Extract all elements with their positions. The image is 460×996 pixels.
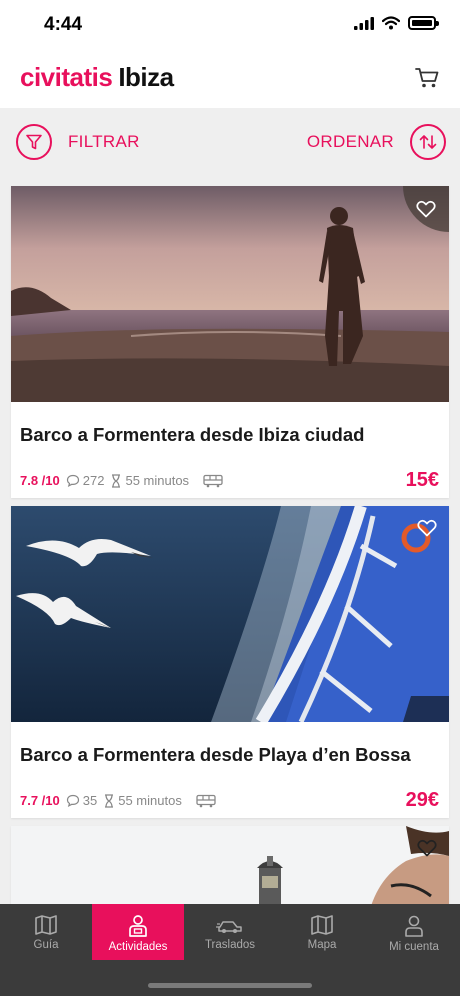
price: 29€ (405, 789, 439, 811)
review-count: 35 (82, 793, 98, 808)
activity-card[interactable]: Barco a Formentera desde Playa d’en Boss… (11, 506, 449, 818)
filter-bar: FILTRAR ORDENAR (0, 108, 460, 176)
favorite-button[interactable] (405, 826, 449, 870)
activity-meta: 7.7 /10 35 55 minutos (20, 793, 216, 808)
comment-icon (66, 474, 80, 487)
activity-title[interactable]: Barco a Formentera desde Playa d’en Boss… (20, 744, 440, 766)
tab-mapa[interactable]: Mapa (276, 904, 368, 960)
brand-city: Ibiza (118, 62, 174, 92)
sort-arrows-icon (410, 124, 446, 160)
heart-icon (417, 839, 437, 857)
transfer-car-icon (216, 921, 242, 933)
tab-label: Mi cuenta (389, 941, 439, 953)
status-bar: 4:44 (0, 0, 460, 50)
activity-image[interactable] (11, 826, 449, 906)
app-header: civitatis Ibiza (0, 50, 460, 108)
activity-card[interactable]: Barco a Formentera desde Ibiza ciudad 7.… (11, 186, 449, 498)
hourglass-icon (103, 793, 115, 808)
activity-image[interactable] (11, 506, 449, 722)
tab-traslados[interactable]: Traslados (184, 904, 276, 960)
status-icons (354, 16, 439, 30)
map-book-icon (35, 915, 57, 935)
heart-icon (417, 519, 437, 537)
rating: 7.8 /10 (20, 473, 60, 488)
filter-label: FILTRAR (68, 132, 140, 151)
person-activity-icon (129, 915, 147, 937)
lighthouse-photo (11, 826, 449, 906)
card-body: Barco a Formentera desde Ibiza ciudad 7.… (11, 402, 449, 498)
price: 15€ (405, 469, 439, 491)
heart-icon (416, 200, 436, 218)
duration: 55 minutos (118, 793, 182, 808)
battery-icon (408, 16, 439, 30)
filter-icon (16, 124, 52, 160)
bottom-tab-bar: Guía Actividades Traslados Mapa Mi cuent… (0, 904, 460, 996)
tab-guia[interactable]: Guía (0, 904, 92, 960)
order-label: ORDENAR (306, 132, 394, 151)
activity-card[interactable] (11, 826, 449, 906)
status-time: 4:44 (44, 14, 83, 35)
review-count: 272 (82, 473, 105, 488)
bus-icon (203, 474, 223, 488)
comment-icon (66, 794, 80, 807)
account-icon (405, 915, 423, 937)
rating: 7.7 /10 (20, 793, 60, 808)
tab-label: Actividades (108, 941, 168, 953)
filter-button[interactable]: FILTRAR (16, 124, 140, 160)
card-body: Barco a Formentera desde Playa d’en Boss… (11, 722, 449, 818)
tab-actividades[interactable]: Actividades (92, 904, 184, 960)
tab-label: Guía (33, 939, 59, 951)
map-icon (311, 915, 333, 935)
favorite-button[interactable] (405, 506, 449, 550)
activity-image[interactable] (11, 186, 449, 402)
cart-icon[interactable] (414, 64, 440, 90)
bus-icon (196, 794, 216, 808)
tab-label: Traslados (204, 939, 256, 951)
activity-meta: 7.8 /10 272 55 minutos (20, 473, 223, 488)
duration: 55 minutos (125, 473, 190, 488)
beach-photo (11, 186, 449, 402)
tab-label: Mapa (307, 939, 337, 951)
tab-mi-cuenta[interactable]: Mi cuenta (368, 904, 460, 960)
ferry-sea-photo (11, 506, 449, 722)
order-button[interactable]: ORDENAR (307, 124, 446, 160)
wifi-icon (382, 16, 400, 30)
activity-title[interactable]: Barco a Formentera desde Ibiza ciudad (20, 424, 440, 446)
hourglass-icon (110, 473, 122, 488)
home-indicator[interactable] (148, 983, 312, 988)
signal-icon (354, 16, 374, 30)
brand[interactable]: civitatis Ibiza (20, 62, 174, 93)
brand-logo: civitatis (20, 62, 113, 92)
